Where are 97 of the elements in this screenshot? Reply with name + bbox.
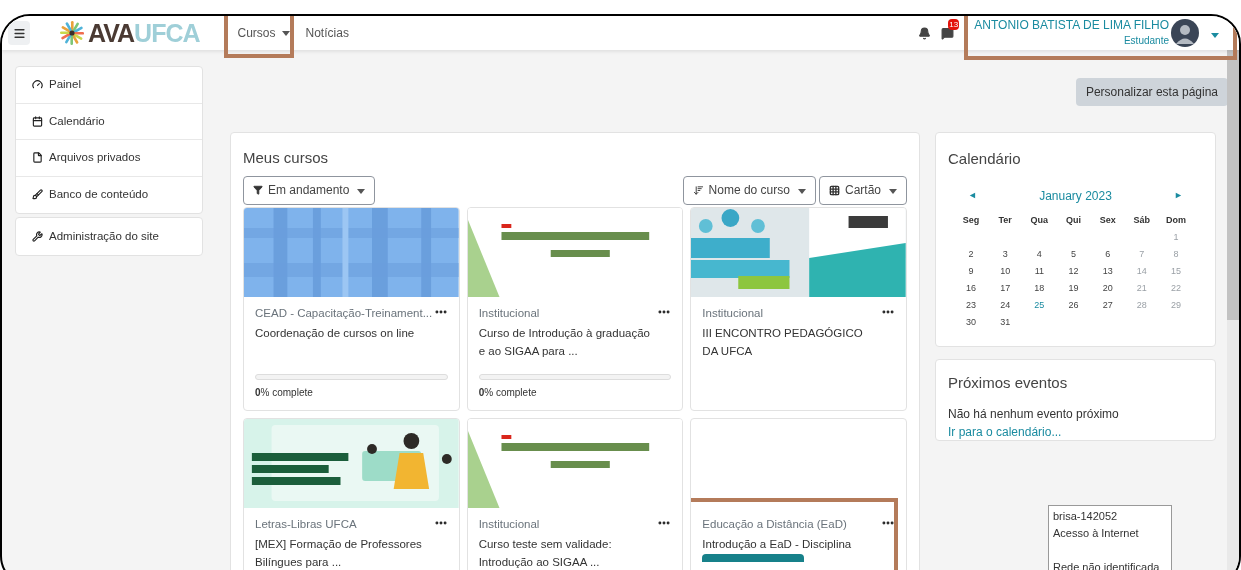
course-card[interactable]: Institucional Curso teste sem validade: Introdução ao SIGAA ... xyxy=(466,417,684,570)
caret-icon xyxy=(357,189,366,194)
sidebar-item[interactable]: Painel xyxy=(16,67,202,104)
course-category: Institucional xyxy=(478,305,540,321)
weekday-label: Qui xyxy=(1065,214,1082,227)
calendar-day[interactable]: 11 xyxy=(1022,263,1057,280)
month-title: January 2023 xyxy=(1039,188,1112,205)
notification-badge: 13 xyxy=(948,18,960,30)
course-category: Letras-Libras UFCA xyxy=(255,516,357,532)
calendar-day[interactable]: 19 xyxy=(1056,280,1091,297)
course-category: CEAD - Capacitação-Treinament... xyxy=(255,305,433,321)
calendar-day[interactable]: 17 xyxy=(988,280,1023,297)
calendar-day[interactable]: 9 xyxy=(954,263,989,280)
calendar-day[interactable]: 31 xyxy=(988,314,1023,331)
brush-icon xyxy=(32,189,43,201)
calendar-day[interactable]: 16 xyxy=(954,280,989,297)
wrench-icon xyxy=(32,230,43,242)
course-name[interactable]: [MEX] Formação de Professores Bilíngues para ... xyxy=(255,534,448,570)
block-title: Próximos eventos xyxy=(948,373,1069,393)
sidebar-item[interactable]: Banco de conteúdo xyxy=(16,176,202,213)
weekday-label: Seg xyxy=(961,214,981,227)
sidebar-item[interactable]: Administração do site xyxy=(16,218,202,255)
calendar-day[interactable]: 10 xyxy=(988,263,1023,280)
calendar-day[interactable]: 20 xyxy=(1090,280,1125,297)
customize-page-button[interactable]: Personalizar esta página xyxy=(1075,78,1228,106)
section-title: Meus cursos xyxy=(243,148,330,168)
tooltip-line: brisa-142052 xyxy=(1053,509,1119,524)
user-name: ANTONIO BATISTA DE LIMA FILHO xyxy=(974,18,1169,33)
calendar-icon xyxy=(32,115,43,127)
sort-icon xyxy=(692,184,704,196)
filter-dropdown[interactable]: Em andamento xyxy=(243,175,376,205)
calendar-day[interactable]: 18 xyxy=(1022,280,1057,297)
calendar-link[interactable]: Ir para o calendário... xyxy=(948,422,1203,441)
caret-icon xyxy=(1211,33,1219,38)
calendar-day[interactable]: 26 xyxy=(1056,297,1091,314)
menu-icon xyxy=(12,26,26,40)
course-card[interactable]: Letras-Libras UFCA [MEX] Formação de Professores Bilíngues para ... xyxy=(243,417,460,570)
weekday-label: Sex xyxy=(1098,214,1117,227)
sidebar-item[interactable]: Arquivos privados xyxy=(16,140,202,177)
view-dropdown[interactable]: Cartão xyxy=(818,175,907,205)
course-name[interactable]: Coordenação de cursos on line xyxy=(255,323,448,342)
progress-label: 0% complete xyxy=(255,385,314,400)
logo-text: UFCA xyxy=(134,18,200,47)
nav-link[interactable]: Notícias xyxy=(297,24,357,42)
course-name[interactable]: Curso de Introdução à graduação e ao SIGAA para ... xyxy=(478,323,672,360)
progress-label: 0% complete xyxy=(478,385,538,400)
course-card[interactable]: Educação a Distância (EaD) Introdução a EaD - Disciplina xyxy=(690,417,907,570)
sunburst-icon xyxy=(58,20,86,46)
course-category: Institucional xyxy=(702,305,764,321)
tooltip-line: Acesso à Internet xyxy=(1053,526,1140,541)
sidebar-item[interactable]: Calendário xyxy=(16,103,202,140)
gauge-icon xyxy=(32,79,43,91)
calendar-day[interactable]: 5 xyxy=(1056,246,1091,263)
course-category: Educação a Distância (EaD) xyxy=(702,516,847,532)
course-card[interactable]: Institucional III ENCONTRO PEDAGÓGICO DA UFCA xyxy=(690,206,907,411)
calendar-day[interactable]: 4 xyxy=(1022,246,1057,263)
file-icon xyxy=(32,152,43,164)
course-card[interactable]: Institucional Curso de Introdução à graduação e ao SIGAA para ... 0% complete xyxy=(466,206,684,411)
caret-icon xyxy=(281,30,290,36)
weekday-label: Sáb xyxy=(1132,214,1152,227)
chat-icon[interactable] xyxy=(941,26,955,40)
grid-icon xyxy=(828,184,840,196)
next-month-link[interactable]: ► xyxy=(1174,189,1183,203)
course-name[interactable]: Curso teste sem validade: Introdução ao SIGAA ... xyxy=(478,534,672,570)
calendar-day[interactable]: 24 xyxy=(988,297,1023,314)
user-menu[interactable]: ANTONIO BATISTA DE LIMA FILHO Estudante xyxy=(970,18,1223,48)
bell-icon[interactable] xyxy=(918,26,932,40)
course-category: Institucional xyxy=(478,516,540,532)
course-card[interactable]: CEAD - Capacitação-Treinament... Coordenação de cursos on line 0% complete xyxy=(243,206,460,411)
calendar-day[interactable]: 13 xyxy=(1090,263,1125,280)
weekday-label: Ter xyxy=(997,214,1013,227)
calendar-day[interactable]: 25 xyxy=(1022,297,1057,314)
nav-link[interactable]: Cursos xyxy=(229,24,298,42)
calendar-day[interactable]: 6 xyxy=(1090,246,1125,263)
site-logo[interactable]: AVAUFCA xyxy=(58,20,200,46)
course-name[interactable]: III ENCONTRO PEDAGÓGICO DA UFCA xyxy=(702,323,895,360)
sort-dropdown[interactable]: Nome do curso xyxy=(682,175,816,205)
calendar-day[interactable]: 23 xyxy=(954,297,989,314)
calendar-day[interactable]: 30 xyxy=(954,314,989,331)
calendar-day[interactable]: 3 xyxy=(988,246,1023,263)
weekday-label: Dom xyxy=(1164,214,1187,227)
calendar-day[interactable]: 2 xyxy=(954,246,989,263)
avatar xyxy=(1171,19,1199,47)
calendar-day[interactable]: 27 xyxy=(1090,297,1125,314)
caret-icon xyxy=(889,189,897,194)
previous-month-link[interactable]: ◄ xyxy=(968,189,977,203)
course-name[interactable]: Introdução a EaD - Disciplina xyxy=(702,534,895,553)
scrollbar[interactable] xyxy=(1227,50,1239,570)
calendar-day[interactable]: 12 xyxy=(1056,263,1091,280)
logo-text: AVA xyxy=(88,18,135,47)
user-role: Estudante xyxy=(1123,34,1169,48)
menu-button[interactable] xyxy=(8,21,30,45)
filter-icon xyxy=(253,185,263,195)
caret-icon xyxy=(797,189,806,194)
block-title: Calendário xyxy=(948,150,1021,167)
empty-events-text: Não há nenhum evento próximo xyxy=(948,405,1120,423)
weekday-label: Qua xyxy=(1029,214,1050,227)
